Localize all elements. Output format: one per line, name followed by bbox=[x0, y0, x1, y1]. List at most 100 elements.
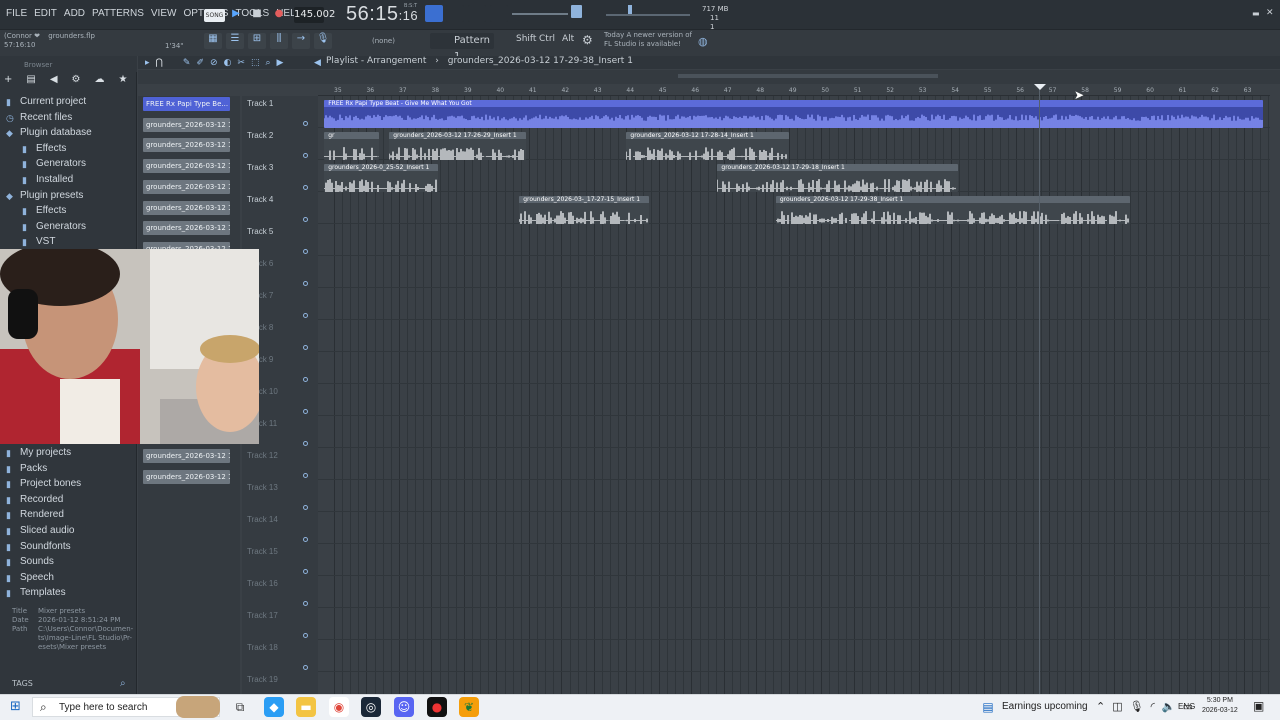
file-icon[interactable]: ▤ bbox=[26, 74, 35, 89]
steam-icon[interactable]: ◎ bbox=[361, 697, 381, 717]
piano-roll-icon[interactable]: ▦ bbox=[204, 33, 222, 49]
chevron-up-icon[interactable]: ⌃ bbox=[1096, 700, 1105, 713]
track-label[interactable]: Track 15 bbox=[247, 547, 278, 556]
stop-icon[interactable]: ■ bbox=[249, 6, 265, 22]
arrow-icon[interactable]: ◀ bbox=[50, 74, 58, 89]
browser-item[interactable]: ▮ Effects bbox=[22, 205, 66, 220]
track-mute-icon[interactable] bbox=[303, 377, 308, 382]
network-icon[interactable]: ◫ bbox=[1112, 700, 1122, 713]
track-label[interactable]: Track 14 bbox=[247, 515, 278, 524]
notifications-icon[interactable]: ▣ bbox=[1253, 699, 1264, 713]
update-icon[interactable]: ◍ bbox=[698, 35, 708, 48]
track-mute-icon[interactable] bbox=[303, 121, 308, 126]
audio-clip[interactable]: grounders_2026-03-12 17-28-14_Insert 1 bbox=[626, 132, 789, 160]
minimize-icon[interactable]: ▬ bbox=[1252, 9, 1260, 18]
play-small-icon[interactable]: ▶ bbox=[277, 58, 284, 68]
track-label[interactable]: Track 19 bbox=[247, 675, 278, 684]
record-icon[interactable]: ● bbox=[271, 6, 287, 22]
speaker-icon[interactable]: 🔈 bbox=[1162, 700, 1176, 713]
browser-item[interactable]: ◆ Plugin database bbox=[6, 127, 92, 142]
track-label[interactable]: Track 13 bbox=[247, 483, 278, 492]
file-explorer-icon[interactable]: ▬ bbox=[296, 697, 316, 717]
browser-item[interactable]: ▮ Sliced audio bbox=[6, 525, 74, 540]
play-icon[interactable]: ▶ bbox=[228, 6, 244, 22]
time-ruler[interactable]: 35 36 37 38 39 40 41 42 43 44 45 46 47 48 49 50 51 52 53 54… bbox=[318, 84, 1270, 96]
audio-clip[interactable]: grounders_2026-03-12 17-26-29_Insert 1 bbox=[389, 132, 526, 160]
track-label[interactable]: Track 16 bbox=[247, 579, 278, 588]
track-mute-icon[interactable] bbox=[303, 537, 308, 542]
playhead-line[interactable] bbox=[1039, 88, 1040, 694]
discord-icon[interactable]: ☺ bbox=[394, 697, 414, 717]
clip-source-item[interactable]: grounders_2026-03-12 1... bbox=[143, 200, 230, 215]
brush-icon[interactable]: ✐ bbox=[196, 58, 204, 68]
browser-item[interactable]: ▮ Effects bbox=[22, 143, 66, 158]
loop-record-icon[interactable] bbox=[468, 5, 486, 22]
track-label[interactable]: Track 3 bbox=[247, 163, 273, 172]
magnet-icon[interactable]: ⋂ bbox=[156, 58, 163, 68]
track-mute-icon[interactable] bbox=[303, 569, 308, 574]
audio-clip[interactable]: gr bbox=[324, 132, 380, 160]
news-widget-icon[interactable]: ▤ bbox=[978, 697, 998, 717]
track-mute-icon[interactable] bbox=[303, 185, 308, 190]
menu-item-add[interactable]: ADD bbox=[64, 8, 85, 19]
audio-clip[interactable]: grounders_2026-03-12 17-29-38_Insert 1 bbox=[775, 196, 1131, 224]
browser-item[interactable]: ▮ Recorded bbox=[6, 494, 63, 509]
chrome-icon[interactable]: ◉ bbox=[329, 697, 349, 717]
clip-source-item[interactable]: grounders_2026-03-12 1... bbox=[143, 159, 230, 174]
track-mute-icon[interactable] bbox=[303, 601, 308, 606]
track-mute-icon[interactable] bbox=[303, 505, 308, 510]
clip-source-item[interactable]: grounders_2026-03-12 1... bbox=[143, 221, 230, 236]
playhead-marker[interactable] bbox=[1034, 84, 1046, 90]
news-panel[interactable]: Today A newer version of FL Studio is ava… bbox=[604, 31, 692, 49]
task-view-icon[interactable]: ⧉ bbox=[230, 697, 250, 717]
track-label[interactable]: Track 17 bbox=[247, 611, 278, 620]
mixer-icon[interactable]: ⫼ bbox=[270, 33, 288, 49]
wifi-icon[interactable]: ◜ bbox=[1151, 700, 1155, 713]
browser-item[interactable]: ▮ Sounds bbox=[6, 556, 54, 571]
playlist-menu-icon[interactable]: ◀ bbox=[314, 58, 321, 68]
browser-item[interactable]: ▮ Generators bbox=[22, 221, 86, 236]
track-mute-icon[interactable] bbox=[303, 441, 308, 446]
copilot-icon[interactable]: ◆ bbox=[264, 697, 284, 717]
select-icon[interactable]: ⬚ bbox=[251, 58, 260, 68]
clock[interactable]: 5:30 PM 2026-03-12 bbox=[1202, 696, 1238, 716]
track-mute-icon[interactable] bbox=[303, 313, 308, 318]
track-mute-icon[interactable] bbox=[303, 281, 308, 286]
tempo-display[interactable]: 145.002 bbox=[294, 7, 335, 23]
browser-item[interactable]: ▮ Current project bbox=[6, 96, 86, 111]
browser-item[interactable]: ◷ Recent files bbox=[6, 112, 72, 127]
pattern-selector[interactable]: Pattern 1 bbox=[430, 33, 494, 62]
track-mute-icon[interactable] bbox=[303, 409, 308, 414]
track-mute-icon[interactable] bbox=[303, 633, 308, 638]
windows-start-icon[interactable]: ⊞ bbox=[10, 699, 21, 714]
pencil-icon[interactable]: ✎ bbox=[183, 58, 191, 68]
track-mute-icon[interactable] bbox=[303, 665, 308, 670]
fl-studio-icon[interactable]: ❦ bbox=[459, 697, 479, 717]
taskbar-news[interactable]: Earnings upcoming bbox=[1002, 701, 1088, 712]
add-icon[interactable]: + bbox=[4, 74, 12, 89]
browser-item[interactable]: ▮ Speech bbox=[6, 572, 54, 587]
browser-item[interactable]: ▮ Rendered bbox=[6, 509, 64, 524]
menu-item-file[interactable]: FILE bbox=[6, 8, 27, 19]
preset-selector[interactable]: (none) bbox=[372, 37, 395, 45]
delete-icon[interactable]: ⊘ bbox=[210, 58, 218, 68]
audio-clip[interactable]: grounders_2026-0_25-52_Insert 1 bbox=[324, 164, 438, 192]
browser-item[interactable]: ▮ Installed bbox=[22, 174, 73, 189]
zoom-icon[interactable]: ⌕ bbox=[265, 58, 270, 68]
pitch-marker[interactable] bbox=[628, 5, 632, 14]
audio-clip[interactable]: FREE Rx Papi Type Beat - Give Me What Yo… bbox=[324, 100, 1264, 128]
browser-item[interactable]: ▮ Soundfonts bbox=[6, 541, 71, 556]
cloud-icon[interactable]: ☁ bbox=[95, 74, 105, 89]
gear-small-icon[interactable]: ⚙ bbox=[72, 74, 81, 89]
track-label[interactable]: Track 4 bbox=[247, 195, 273, 204]
menu-item-view[interactable]: VIEW bbox=[151, 8, 177, 19]
clip-source-item[interactable]: FREE Rx Papi Type Be... bbox=[143, 97, 230, 111]
master-volume-knob[interactable] bbox=[571, 5, 582, 18]
mic-icon[interactable]: 🎙 bbox=[1130, 700, 1144, 713]
typing-keyboard-icon[interactable] bbox=[425, 5, 443, 22]
track-label[interactable]: Track 5 bbox=[247, 227, 273, 236]
track-label[interactable]: Track 2 bbox=[247, 131, 273, 140]
browser-item[interactable]: ▮ Project bones bbox=[6, 478, 81, 493]
track-mute-icon[interactable] bbox=[303, 249, 308, 254]
clip-source-item[interactable]: grounders_2026-03-12 1... bbox=[143, 138, 230, 153]
